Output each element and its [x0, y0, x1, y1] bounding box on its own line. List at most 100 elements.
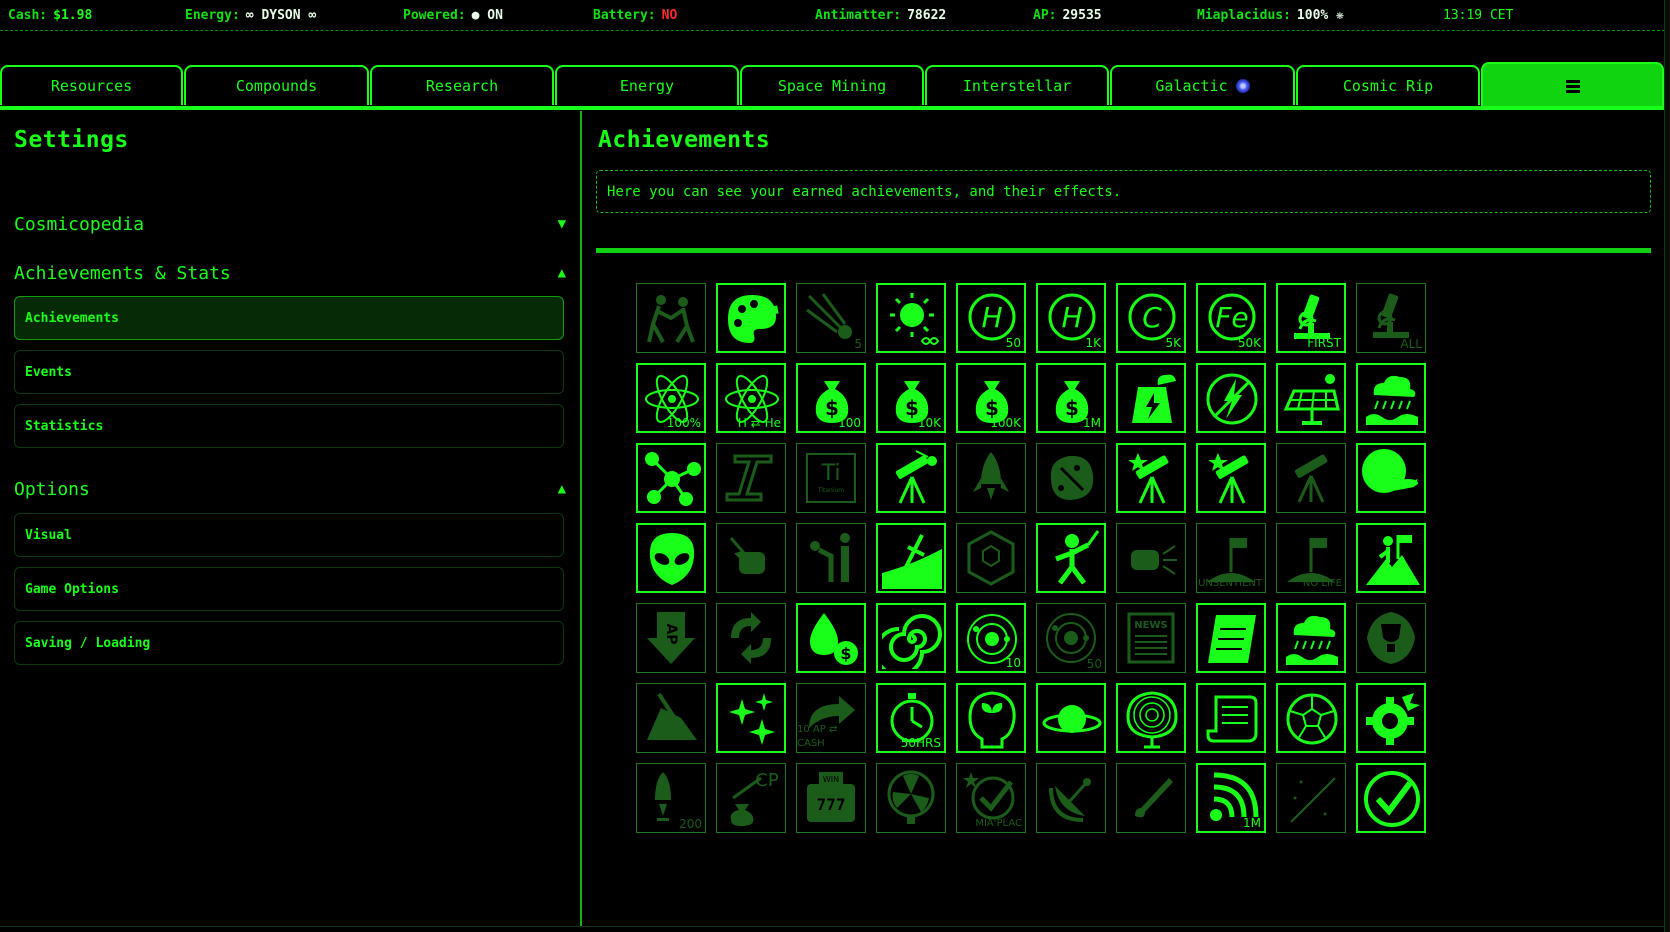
achievement-tile[interactable]: [876, 763, 946, 833]
section-label: Cosmicopedia: [14, 214, 145, 235]
section-label: Options: [14, 479, 90, 500]
achievement-tile[interactable]: [636, 443, 706, 513]
drop-coins-icon: $: [810, 613, 858, 665]
achievement-tile[interactable]: [1356, 363, 1426, 433]
achievement-tile[interactable]: [1036, 443, 1106, 513]
antimatter-stat: Antimatter: 78622: [815, 8, 946, 23]
achievement-tile[interactable]: H 1K: [1036, 283, 1106, 353]
achievement-tile[interactable]: [956, 683, 1026, 753]
achievement-tile[interactable]: C 5K: [1116, 283, 1186, 353]
achievement-tile[interactable]: [636, 683, 706, 753]
achievement-tile[interactable]: 50HRS: [876, 683, 946, 753]
achievement-tile[interactable]: [1276, 603, 1346, 673]
svg-text:NEWS: NEWS: [1134, 620, 1167, 631]
achievement-tile[interactable]: [1356, 443, 1426, 513]
achievement-tile[interactable]: [1196, 603, 1266, 673]
achievement-tile[interactable]: NEWS: [1116, 603, 1186, 673]
window-scrollbar[interactable]: [1664, 0, 1670, 932]
achievement-tile[interactable]: [1196, 363, 1266, 433]
achievement-tile[interactable]: [1116, 523, 1186, 593]
achievement-tile[interactable]: [876, 523, 946, 593]
achievement-tile[interactable]: MIA'PLAC: [956, 763, 1026, 833]
achievement-tile[interactable]: Ti Titanium: [796, 443, 866, 513]
tab-energy[interactable]: Energy: [555, 65, 739, 105]
nav-visual[interactable]: Visual: [14, 513, 564, 557]
achievement-tile[interactable]: [1356, 523, 1426, 593]
achievement-tile[interactable]: $: [796, 603, 866, 673]
achievement-tile[interactable]: [1356, 603, 1426, 673]
nav-achievements[interactable]: Achievements: [14, 296, 564, 340]
achievement-tile[interactable]: 100%: [636, 363, 706, 433]
section-cosmicopedia[interactable]: Cosmicopedia ▼: [14, 214, 566, 235]
achievement-tile[interactable]: [716, 443, 786, 513]
achievement-tile[interactable]: FIRST: [1276, 283, 1346, 353]
achievement-tile[interactable]: CP: [716, 763, 786, 833]
meteor-streak-icon: [1135, 778, 1173, 818]
tab-space-mining[interactable]: Space Mining: [740, 65, 924, 105]
achievement-tile[interactable]: WIN 777: [796, 763, 866, 833]
tab-settings-menu[interactable]: [1481, 62, 1664, 108]
achievement-tile[interactable]: Fe 50K: [1196, 283, 1266, 353]
achievement-tile[interactable]: [716, 523, 786, 593]
achievement-tile[interactable]: NO LIFE: [1276, 523, 1346, 593]
achievement-tile[interactable]: [876, 443, 946, 513]
achievement-caption: 50HRS: [900, 736, 941, 750]
achievement-tile[interactable]: [636, 283, 706, 353]
achievement-tile[interactable]: H ⇄ He: [716, 363, 786, 433]
achievement-tile[interactable]: [1116, 763, 1186, 833]
achievement-tile[interactable]: [1276, 763, 1346, 833]
achievement-tile[interactable]: [716, 603, 786, 673]
achievement-tile[interactable]: $100K: [956, 363, 1026, 433]
nav-statistics[interactable]: Statistics: [14, 404, 564, 448]
newspaper-icon: NEWS: [1127, 612, 1175, 664]
achievement-tile[interactable]: [876, 283, 946, 353]
achievement-caption: 100: [838, 416, 861, 430]
achievement-tile[interactable]: 50: [1036, 603, 1106, 673]
achievement-tile[interactable]: [1036, 763, 1106, 833]
achievement-tile[interactable]: UNSENTIENT: [1196, 523, 1266, 593]
ap-stat: AP: 29535: [1033, 8, 1102, 23]
tab-resources[interactable]: Resources: [0, 65, 183, 105]
achievement-tile[interactable]: $1M: [1036, 363, 1106, 433]
achievement-tile[interactable]: [1356, 683, 1426, 753]
achievement-tile[interactable]: [716, 683, 786, 753]
achievement-tile[interactable]: [636, 523, 706, 593]
tab-galactic[interactable]: Galactic: [1110, 65, 1295, 105]
achievement-tile[interactable]: 10: [956, 603, 1026, 673]
achievement-tile[interactable]: [796, 523, 866, 593]
achievement-tile[interactable]: 5: [796, 283, 866, 353]
achievement-tile[interactable]: $10K: [876, 363, 946, 433]
achievement-tile[interactable]: 200: [636, 763, 706, 833]
achievement-tile[interactable]: 1M: [1196, 763, 1266, 833]
description-text: Here you can see your earned achievement…: [607, 183, 1122, 200]
achievement-tile[interactable]: [1276, 683, 1346, 753]
achievement-tile[interactable]: [1116, 363, 1186, 433]
tab-cosmic-rip[interactable]: Cosmic Rip: [1296, 65, 1480, 105]
achievement-tile[interactable]: 10 AP ⇄ CASH: [796, 683, 866, 753]
achievement-tile[interactable]: ALL: [1356, 283, 1426, 353]
achievement-tile[interactable]: [1356, 763, 1426, 833]
nav-game-options[interactable]: Game Options: [14, 567, 564, 611]
achievement-tile[interactable]: [1036, 523, 1106, 593]
achievement-tile[interactable]: [1276, 443, 1346, 513]
nav-events[interactable]: Events: [14, 350, 564, 394]
achievement-tile[interactable]: H 50: [956, 283, 1026, 353]
section-options[interactable]: Options ▲: [14, 479, 566, 500]
nav-saving-loading[interactable]: Saving / Loading: [14, 621, 564, 665]
tab-interstellar[interactable]: Interstellar: [925, 65, 1109, 105]
achievement-tile[interactable]: [1196, 683, 1266, 753]
section-achievements-stats[interactable]: Achievements & Stats ▲: [14, 263, 566, 284]
achievement-tile[interactable]: [1036, 683, 1106, 753]
achievement-tile[interactable]: [716, 283, 786, 353]
achievement-tile[interactable]: [1196, 443, 1266, 513]
achievement-tile[interactable]: [956, 523, 1026, 593]
achievement-tile[interactable]: [956, 443, 1026, 513]
achievement-tile[interactable]: [876, 603, 946, 673]
tab-compounds[interactable]: Compounds: [184, 65, 369, 105]
achievement-tile[interactable]: AP: [636, 603, 706, 673]
achievement-tile[interactable]: [1116, 443, 1186, 513]
achievement-tile[interactable]: [1276, 363, 1346, 433]
achievement-tile[interactable]: [1116, 683, 1186, 753]
tab-research[interactable]: Research: [370, 65, 554, 105]
achievement-tile[interactable]: $100: [796, 363, 866, 433]
